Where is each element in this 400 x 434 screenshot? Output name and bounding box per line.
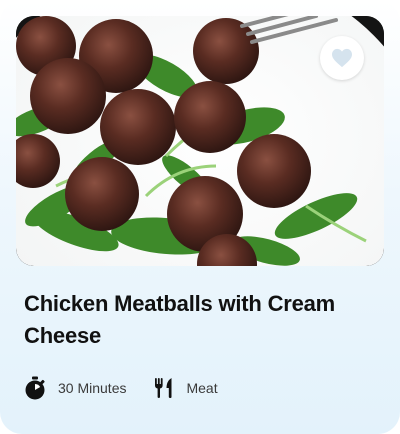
duration-info: 30 Minutes bbox=[24, 376, 126, 400]
heart-icon bbox=[332, 48, 352, 68]
recipe-photo[interactable] bbox=[16, 16, 384, 266]
category-text: Meat bbox=[186, 380, 218, 396]
fork-knife-icon bbox=[155, 378, 172, 398]
recipe-meta: 30 Minutes Meat bbox=[24, 376, 246, 400]
category-info: Meat bbox=[154, 377, 218, 399]
stopwatch-icon bbox=[25, 376, 45, 400]
recipe-card[interactable]: Chicken Meatballs with Cream Cheese 30 M… bbox=[0, 0, 400, 434]
duration-text: 30 Minutes bbox=[58, 380, 127, 396]
favorite-button[interactable] bbox=[320, 36, 364, 80]
recipe-title[interactable]: Chicken Meatballs with Cream Cheese bbox=[24, 288, 376, 352]
